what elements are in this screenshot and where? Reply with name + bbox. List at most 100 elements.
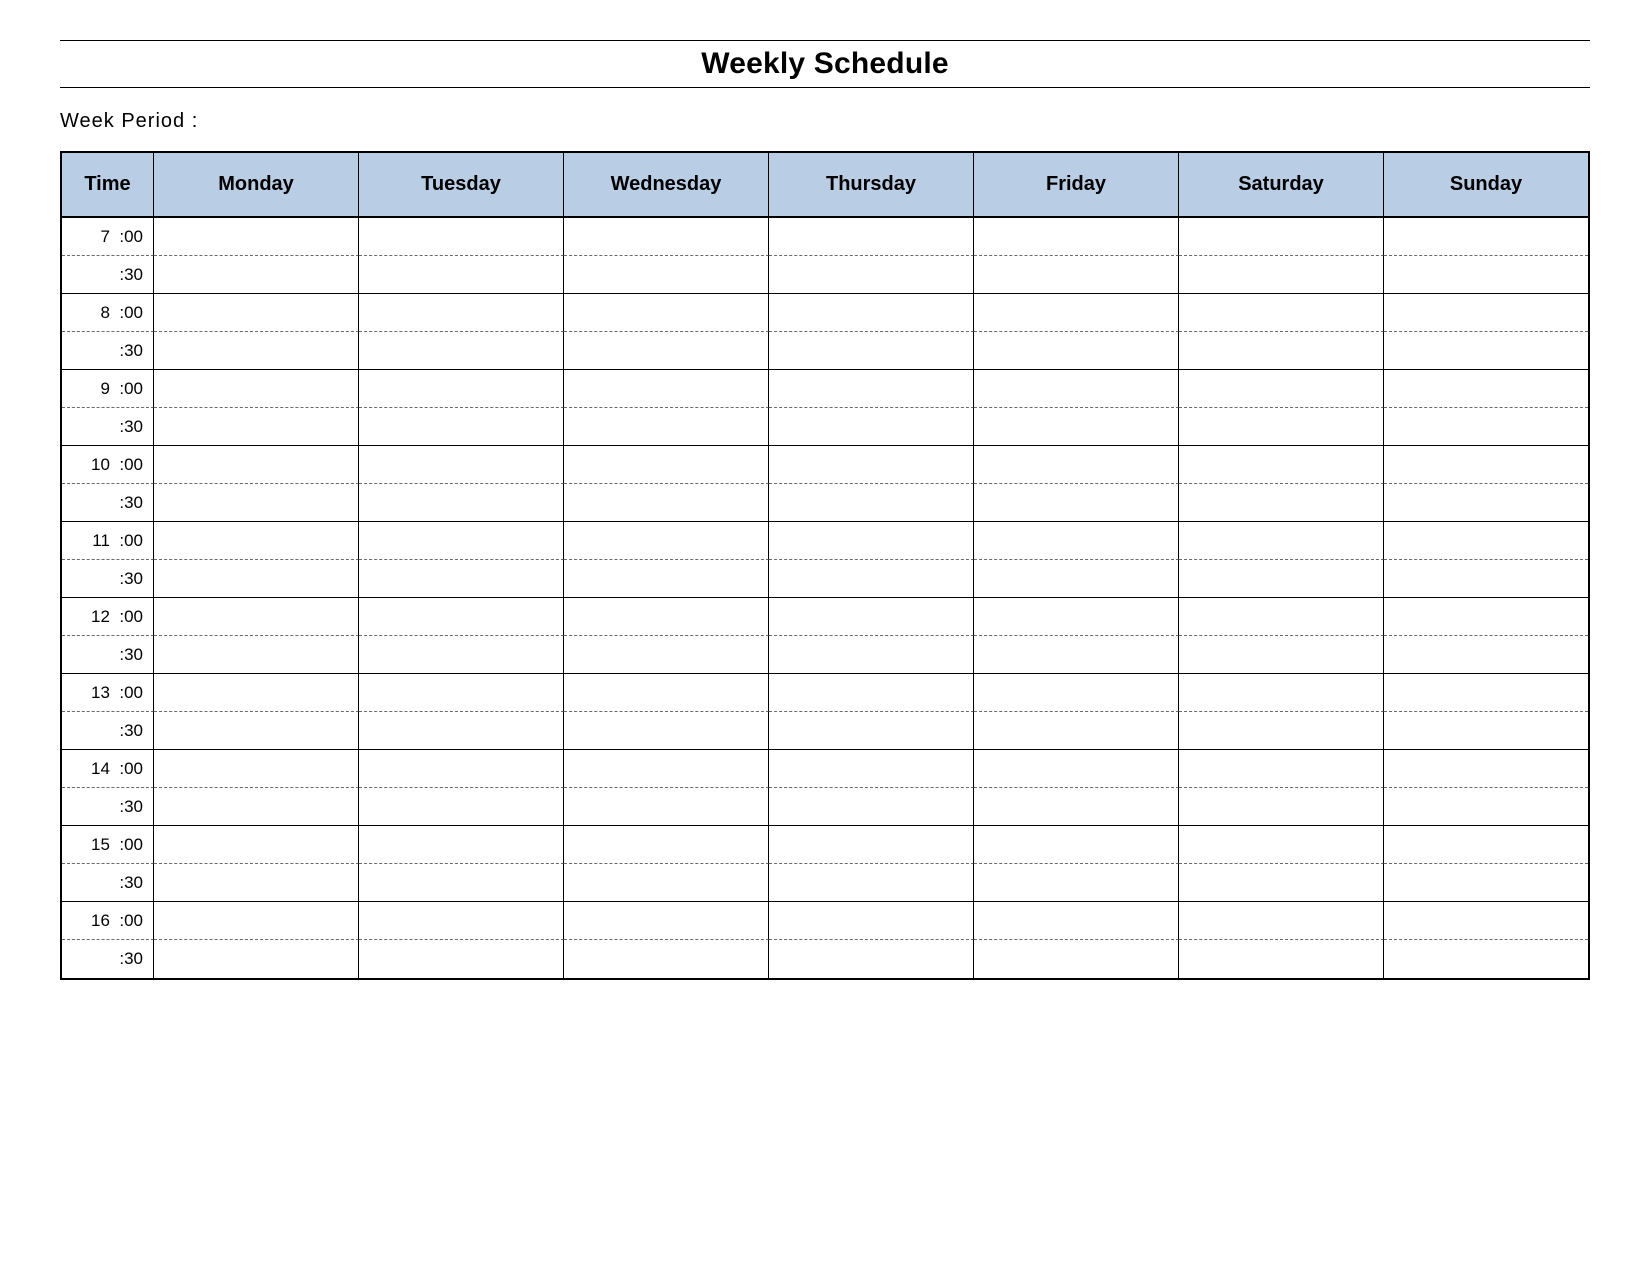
schedule-cell[interactable] — [154, 826, 359, 864]
schedule-cell[interactable] — [974, 598, 1179, 636]
schedule-cell[interactable] — [359, 408, 564, 446]
schedule-cell[interactable] — [1179, 484, 1384, 522]
schedule-cell[interactable] — [974, 864, 1179, 902]
schedule-cell[interactable] — [154, 560, 359, 598]
schedule-cell[interactable] — [769, 294, 974, 332]
schedule-cell[interactable] — [564, 902, 769, 940]
schedule-cell[interactable] — [1384, 256, 1588, 294]
schedule-cell[interactable] — [1179, 256, 1384, 294]
schedule-cell[interactable] — [1179, 712, 1384, 750]
schedule-cell[interactable] — [1179, 636, 1384, 674]
schedule-cell[interactable] — [1179, 940, 1384, 978]
schedule-cell[interactable] — [564, 332, 769, 370]
schedule-cell[interactable] — [974, 674, 1179, 712]
schedule-cell[interactable] — [564, 446, 769, 484]
schedule-cell[interactable] — [154, 712, 359, 750]
schedule-cell[interactable] — [1384, 446, 1588, 484]
schedule-cell[interactable] — [974, 294, 1179, 332]
schedule-cell[interactable] — [154, 370, 359, 408]
schedule-cell[interactable] — [564, 788, 769, 826]
schedule-cell[interactable] — [564, 712, 769, 750]
schedule-cell[interactable] — [564, 218, 769, 256]
schedule-cell[interactable] — [359, 940, 564, 978]
schedule-cell[interactable] — [769, 902, 974, 940]
schedule-cell[interactable] — [974, 218, 1179, 256]
schedule-cell[interactable] — [564, 484, 769, 522]
schedule-cell[interactable] — [769, 636, 974, 674]
schedule-cell[interactable] — [769, 370, 974, 408]
schedule-cell[interactable] — [974, 408, 1179, 446]
schedule-cell[interactable] — [974, 940, 1179, 978]
schedule-cell[interactable] — [974, 826, 1179, 864]
schedule-cell[interactable] — [769, 598, 974, 636]
schedule-cell[interactable] — [769, 674, 974, 712]
schedule-cell[interactable] — [359, 598, 564, 636]
schedule-cell[interactable] — [564, 598, 769, 636]
schedule-cell[interactable] — [359, 484, 564, 522]
schedule-cell[interactable] — [974, 370, 1179, 408]
schedule-cell[interactable] — [769, 940, 974, 978]
schedule-cell[interactable] — [564, 256, 769, 294]
schedule-cell[interactable] — [974, 484, 1179, 522]
schedule-cell[interactable] — [974, 712, 1179, 750]
schedule-cell[interactable] — [769, 712, 974, 750]
schedule-cell[interactable] — [1384, 826, 1588, 864]
schedule-cell[interactable] — [769, 256, 974, 294]
schedule-cell[interactable] — [769, 560, 974, 598]
schedule-cell[interactable] — [154, 598, 359, 636]
schedule-cell[interactable] — [769, 826, 974, 864]
schedule-cell[interactable] — [359, 902, 564, 940]
schedule-cell[interactable] — [1384, 294, 1588, 332]
schedule-cell[interactable] — [974, 788, 1179, 826]
schedule-cell[interactable] — [1179, 750, 1384, 788]
schedule-cell[interactable] — [1384, 940, 1588, 978]
schedule-cell[interactable] — [1384, 484, 1588, 522]
schedule-cell[interactable] — [1179, 446, 1384, 484]
schedule-cell[interactable] — [359, 712, 564, 750]
schedule-cell[interactable] — [359, 522, 564, 560]
schedule-cell[interactable] — [359, 826, 564, 864]
schedule-cell[interactable] — [154, 522, 359, 560]
schedule-cell[interactable] — [974, 750, 1179, 788]
schedule-cell[interactable] — [359, 750, 564, 788]
schedule-cell[interactable] — [359, 294, 564, 332]
schedule-cell[interactable] — [1384, 674, 1588, 712]
schedule-cell[interactable] — [1384, 902, 1588, 940]
schedule-cell[interactable] — [1179, 674, 1384, 712]
schedule-cell[interactable] — [154, 788, 359, 826]
schedule-cell[interactable] — [154, 294, 359, 332]
schedule-cell[interactable] — [154, 902, 359, 940]
schedule-cell[interactable] — [1179, 408, 1384, 446]
schedule-cell[interactable] — [1179, 332, 1384, 370]
schedule-cell[interactable] — [154, 218, 359, 256]
schedule-cell[interactable] — [1384, 636, 1588, 674]
schedule-cell[interactable] — [564, 408, 769, 446]
schedule-cell[interactable] — [1384, 750, 1588, 788]
schedule-cell[interactable] — [769, 522, 974, 560]
schedule-cell[interactable] — [154, 446, 359, 484]
schedule-cell[interactable] — [769, 484, 974, 522]
schedule-cell[interactable] — [564, 370, 769, 408]
schedule-cell[interactable] — [154, 332, 359, 370]
schedule-cell[interactable] — [564, 864, 769, 902]
schedule-cell[interactable] — [564, 674, 769, 712]
schedule-cell[interactable] — [769, 750, 974, 788]
schedule-cell[interactable] — [564, 560, 769, 598]
schedule-cell[interactable] — [154, 750, 359, 788]
schedule-cell[interactable] — [1179, 560, 1384, 598]
schedule-cell[interactable] — [1179, 598, 1384, 636]
schedule-cell[interactable] — [564, 636, 769, 674]
schedule-cell[interactable] — [564, 940, 769, 978]
schedule-cell[interactable] — [1384, 370, 1588, 408]
schedule-cell[interactable] — [154, 256, 359, 294]
schedule-cell[interactable] — [154, 864, 359, 902]
schedule-cell[interactable] — [564, 294, 769, 332]
schedule-cell[interactable] — [359, 446, 564, 484]
schedule-cell[interactable] — [1384, 788, 1588, 826]
schedule-cell[interactable] — [154, 636, 359, 674]
schedule-cell[interactable] — [359, 788, 564, 826]
schedule-cell[interactable] — [1384, 560, 1588, 598]
schedule-cell[interactable] — [1179, 522, 1384, 560]
schedule-cell[interactable] — [359, 560, 564, 598]
schedule-cell[interactable] — [564, 522, 769, 560]
